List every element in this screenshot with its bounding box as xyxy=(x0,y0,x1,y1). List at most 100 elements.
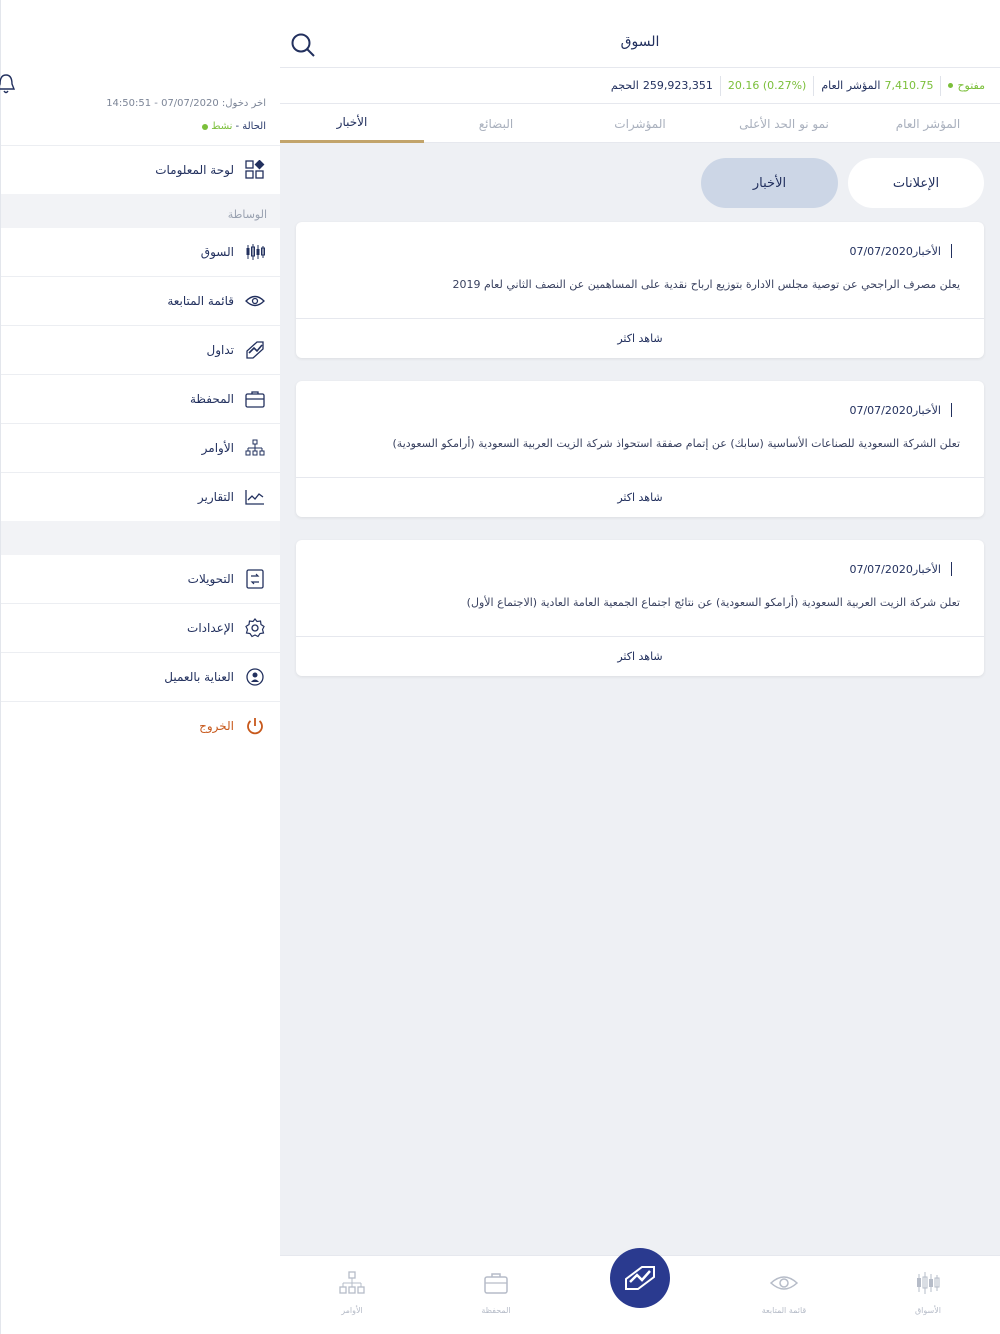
transfer-icon xyxy=(244,568,266,590)
logout-label: الخروج xyxy=(199,719,234,733)
status-dot xyxy=(202,123,209,130)
market-status: مفتوح xyxy=(940,75,992,96)
dashboard-icon xyxy=(244,159,266,181)
eye-icon xyxy=(769,1276,799,1290)
sidebar-item-label: الإعدادات xyxy=(187,621,234,635)
briefcase-icon xyxy=(484,1273,508,1294)
sidebar-item-transfers[interactable]: التحويلات xyxy=(1,555,266,603)
news-category: الأخبار xyxy=(912,403,941,417)
news-headline: تعلن الشركة السعودية للصناعات الأساسية (… xyxy=(392,437,961,450)
eye-icon xyxy=(244,290,266,312)
sidebar-item-label: لوحة المعلومات xyxy=(155,163,234,177)
hierarchy-icon xyxy=(339,1271,365,1294)
sidebar-item-label: السوق xyxy=(200,245,234,259)
news-date: 07/07/2020 xyxy=(849,562,913,576)
see-more-button[interactable]: شاهد اكثر xyxy=(296,318,984,358)
tab-commodities[interactable]: البضائع xyxy=(424,104,568,143)
market-status-label: مفتوح xyxy=(957,79,985,92)
index-block: المؤشر العام 7,410.75 xyxy=(813,75,940,96)
meta-bar xyxy=(951,562,952,576)
tab-general-index[interactable]: المؤشر العام xyxy=(856,104,1000,143)
news-category: الأخبار xyxy=(912,562,941,576)
nav-orders[interactable]: الأوامر xyxy=(312,1270,392,1315)
app-screen: اخر دخول: 07/07/2020 - 14:50:51 الحالة -… xyxy=(0,0,1000,1334)
sidebar-item-watchlist[interactable]: قائمة المتابعة xyxy=(1,277,266,325)
top-bar: السوق xyxy=(280,0,1000,68)
nav-markets[interactable]: الأسواق xyxy=(888,1270,968,1315)
sidebar: اخر دخول: 07/07/2020 - 14:50:51 الحالة -… xyxy=(0,0,281,1334)
news-card[interactable]: الأخبار 07/07/2020 تعلن شركة الزيت العرب… xyxy=(296,540,984,676)
tab-top-growth[interactable]: نمو نو الحد الأعلى xyxy=(712,104,856,143)
sidebar-item-label: التحويلات xyxy=(187,572,234,586)
volume-value: 259,923,351 xyxy=(642,79,713,92)
sidebar-item-label: تداول xyxy=(206,343,235,357)
briefcase-icon xyxy=(244,388,266,410)
news-category: الأخبار xyxy=(912,244,941,258)
index-value: 7,410.75 xyxy=(884,79,934,92)
sidebar-item-logout[interactable]: الخروج xyxy=(1,702,266,750)
status-value: نشط xyxy=(211,121,233,132)
news-meta: الأخبار 07/07/2020 xyxy=(849,244,952,258)
status-indicator: الحالة - نشط xyxy=(202,121,266,132)
news-toggle[interactable]: الأخبار xyxy=(701,158,838,208)
change-block: 20.16 (0.27%) xyxy=(719,75,814,96)
line-chart-icon xyxy=(244,486,266,508)
status-dot xyxy=(948,83,954,88)
tab-indices[interactable]: المؤشرات xyxy=(568,104,712,143)
trade-fab-button[interactable] xyxy=(610,1248,670,1308)
section-brokerage: الوساطة xyxy=(1,194,281,228)
nav-watchlist[interactable]: قائمة المتابعة xyxy=(744,1270,824,1315)
trade-icon xyxy=(244,339,266,361)
trade-icon xyxy=(625,1266,655,1290)
last-login: اخر دخول: 07/07/2020 - 14:50:51 xyxy=(106,98,266,109)
nav-label: قائمة المتابعة xyxy=(761,1306,807,1315)
meta-bar xyxy=(951,244,952,258)
sidebar-item-trade[interactable]: تداول xyxy=(1,326,266,374)
news-date: 07/07/2020 xyxy=(849,403,913,417)
announcements-toggle[interactable]: الإعلانات xyxy=(848,158,984,208)
candlestick-icon xyxy=(244,241,266,263)
sidebar-item-portfolio[interactable]: المحفظة xyxy=(1,375,266,423)
page-title: السوق xyxy=(620,34,660,50)
sidebar-item-label: العناية بالعميل xyxy=(164,670,234,684)
index-label: المؤشر العام xyxy=(821,79,881,92)
news-headline: تعلن شركة الزيت العربية السعودية (أرامكو… xyxy=(466,596,960,609)
sidebar-item-orders[interactable]: الأوامر xyxy=(1,424,266,472)
hierarchy-icon xyxy=(244,437,266,459)
candlestick-icon xyxy=(917,1272,940,1294)
sidebar-item-label: الأوامر xyxy=(201,441,234,455)
nav-portfolio[interactable]: المحفظة xyxy=(456,1270,536,1315)
sidebar-item-reports[interactable]: التقارير xyxy=(1,473,266,521)
bottom-nav: الأسواق قائمة المتابعة المحفظة الأوامر xyxy=(280,1248,1000,1334)
section-spacer xyxy=(1,521,281,555)
sidebar-item-customer-care[interactable]: العناية بالعميل xyxy=(1,653,266,701)
sidebar-item-market[interactable]: السوق xyxy=(1,228,266,276)
power-icon xyxy=(244,715,266,737)
nav-label: المحفظة xyxy=(481,1306,511,1315)
news-card[interactable]: الأخبار 07/07/2020 يعلن مصرف الراجحي عن … xyxy=(296,222,984,358)
volume-label: الحجم xyxy=(610,79,639,92)
market-tabs: المؤشر العام نمو نو الحد الأعلى المؤشرات… xyxy=(280,104,1000,143)
see-more-button[interactable]: شاهد اكثر xyxy=(296,636,984,676)
see-more-button[interactable]: شاهد اكثر xyxy=(296,477,984,517)
nav-label: الأوامر xyxy=(341,1306,363,1315)
tab-news[interactable]: الأخبار xyxy=(280,104,424,143)
sidebar-item-dashboard[interactable]: لوحة المعلومات xyxy=(1,146,266,194)
sidebar-item-label: المحفظة xyxy=(189,392,234,406)
news-content: الإعلانات الأخبار الأخبار 07/07/2020 يعل… xyxy=(280,143,1000,1255)
index-change: 20.16 (0.27%) xyxy=(727,79,807,92)
support-icon xyxy=(244,666,266,688)
gear-icon xyxy=(244,617,266,639)
bell-icon[interactable] xyxy=(0,72,17,96)
news-date: 07/07/2020 xyxy=(849,244,913,258)
sidebar-item-settings[interactable]: الإعدادات xyxy=(1,604,266,652)
meta-bar xyxy=(951,403,952,417)
sidebar-item-label: التقارير xyxy=(197,490,234,504)
nav-label: الأسواق xyxy=(914,1306,942,1315)
news-headline: يعلن مصرف الراجحي عن توصية مجلس الادارة … xyxy=(452,278,961,291)
news-card[interactable]: الأخبار 07/07/2020 تعلن الشركة السعودية … xyxy=(296,381,984,517)
market-ticker: مفتوح المؤشر العام 7,410.75 20.16 (0.27%… xyxy=(280,68,1000,104)
news-meta: الأخبار 07/07/2020 xyxy=(849,403,952,417)
volume-block: الحجم 259,923,351 xyxy=(604,76,720,96)
news-meta: الأخبار 07/07/2020 xyxy=(849,562,952,576)
